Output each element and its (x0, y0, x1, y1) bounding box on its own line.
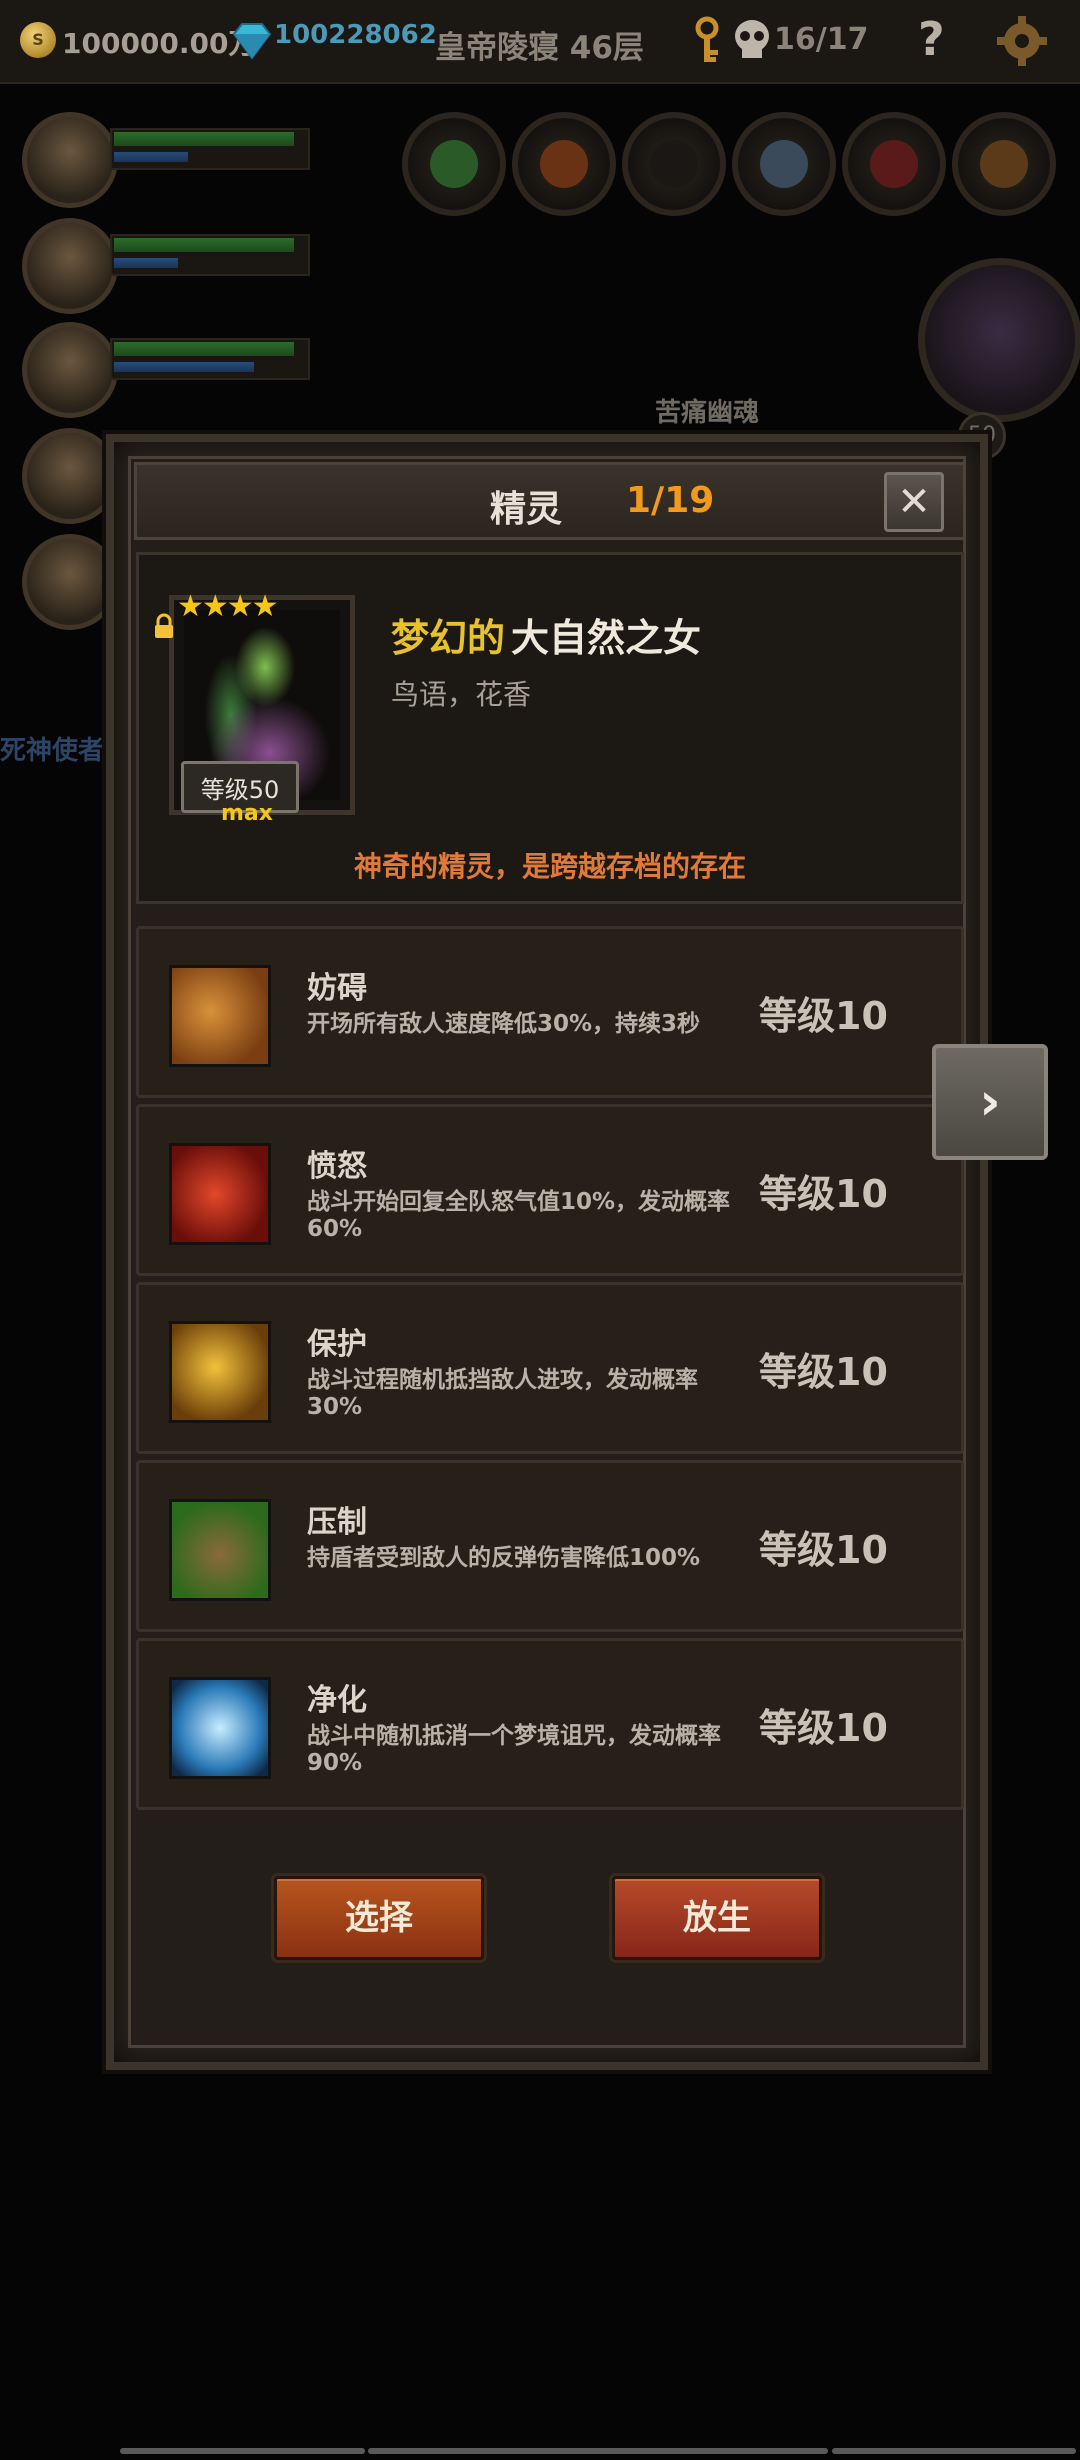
enemy-name-label: 死神使者 (0, 736, 105, 766)
lock-icon[interactable] (153, 613, 175, 639)
skill-description: 战斗过程随机抵挡敌人进攻，发动概率30% (307, 1367, 698, 1420)
red-panther-icon (169, 1143, 271, 1245)
skill-level: 等级10 (759, 1706, 888, 1750)
gear-icon[interactable] (995, 14, 1049, 68)
relic-slot-empty (622, 112, 726, 216)
skill-description: 持盾者受到敌人的反弹伤害降低100% (307, 1545, 701, 1571)
spirit-count: 1/19 (626, 480, 715, 521)
party-portrait-4 (22, 428, 118, 524)
release-button-label: 放生 (683, 1898, 751, 1938)
mp-bar (114, 152, 188, 162)
spirit-level-text: 等级50 (200, 776, 280, 804)
skill-level: 等级10 (759, 1172, 888, 1216)
relic-slot-gift (732, 112, 836, 216)
spirit-panel: 精灵 1/19 ✕ ★★★★ 等级50 max 梦幻的 大自然之女 鸟语，花香 … (106, 434, 988, 2070)
skill-level: 等级10 (759, 1528, 888, 1572)
party-portrait-2 (22, 218, 118, 314)
relic-slot-eye (842, 112, 946, 216)
skill-row[interactable]: 净化 战斗中随机抵消一个梦境诅咒，发动概率90% 等级10 (136, 1638, 964, 1810)
skill-row[interactable]: 妨碍 开场所有敌人速度降低30%，持续3秒 等级10 (136, 926, 964, 1098)
skill-name: 压制 (307, 1505, 367, 1540)
diamond-icon (232, 23, 272, 60)
hp-bar (114, 342, 294, 356)
next-spirit-button[interactable]: › (932, 1044, 1048, 1160)
spirit-info-card: ★★★★ 等级50 max 梦幻的 大自然之女 鸟语，花香 神奇的精灵，是跨越存… (136, 552, 964, 904)
skill-name: 保护 (307, 1327, 367, 1362)
dungeon-floor-title: 皇帝陵寝 46层 (435, 30, 644, 66)
mp-bar (114, 258, 178, 268)
skill-name: 愤怒 (307, 1149, 367, 1184)
hp-bar (114, 238, 294, 252)
gold-amount: 100000.00万 (62, 27, 257, 60)
chained-boot-icon (169, 965, 271, 1067)
release-button[interactable]: 放生 (612, 1876, 822, 1960)
skill-level: 等级10 (759, 1350, 888, 1394)
panel-title: 精灵 (490, 489, 563, 530)
boss-portrait (918, 258, 1080, 422)
spirit-subtitle: 鸟语，花香 (391, 678, 532, 711)
blue-flower-icon (169, 1677, 271, 1779)
hp-bar (114, 132, 294, 146)
gesture-nav-bar (120, 2448, 1076, 2456)
skill-row[interactable]: 保护 战斗过程随机抵挡敌人进攻，发动概率30% 等级10 (136, 1282, 964, 1454)
help-icon[interactable]: ? (918, 12, 945, 66)
relic-slot-leaf (402, 112, 506, 216)
skill-name: 妨碍 (307, 971, 367, 1006)
mp-bar (114, 362, 254, 372)
skill-name: 净化 (307, 1683, 367, 1718)
spirit-name-prefix: 梦幻的 (391, 616, 506, 660)
select-button-label: 选择 (345, 1898, 413, 1938)
spirit-description: 神奇的精灵，是跨越存档的存在 (353, 850, 746, 883)
relic-slot-clock (512, 112, 616, 216)
boss-name-label: 苦痛幽魂 (655, 398, 760, 428)
chevron-right-icon: › (979, 1072, 1001, 1132)
skill-description: 开场所有敌人速度降低30%，持续3秒 (307, 1011, 701, 1037)
select-button[interactable]: 选择 (274, 1876, 484, 1960)
star-rating: ★★★★ (177, 589, 279, 624)
gold-coin-icon: S (20, 22, 56, 58)
skill-description: 战斗中随机抵消一个梦境诅咒，发动概率90% (307, 1723, 721, 1776)
beast-claw-icon (169, 1499, 271, 1601)
gem-amount: 100228062 (274, 20, 437, 50)
skill-row[interactable]: 愤怒 战斗开始回复全队怒气值10%，发动概率60% 等级10 (136, 1104, 964, 1276)
party-portrait-1 (22, 112, 118, 208)
party-portrait-3 (22, 322, 118, 418)
skull-icon (735, 20, 769, 58)
spirit-name: 大自然之女 (511, 616, 702, 660)
relic-slot-key (952, 112, 1056, 216)
key-icon (695, 16, 719, 62)
keys-progress: 16/17 (774, 22, 869, 57)
max-label: max (221, 801, 273, 826)
golden-shield-swirl-icon (169, 1321, 271, 1423)
skill-row[interactable]: 压制 持盾者受到敌人的反弹伤害降低100% 等级10 (136, 1460, 964, 1632)
skill-level: 等级10 (759, 994, 888, 1038)
close-button[interactable]: ✕ (884, 472, 944, 532)
close-icon: ✕ (897, 479, 931, 525)
party-portrait-5 (22, 534, 118, 630)
skill-description: 战斗开始回复全队怒气值10%，发动概率60% (307, 1189, 731, 1242)
